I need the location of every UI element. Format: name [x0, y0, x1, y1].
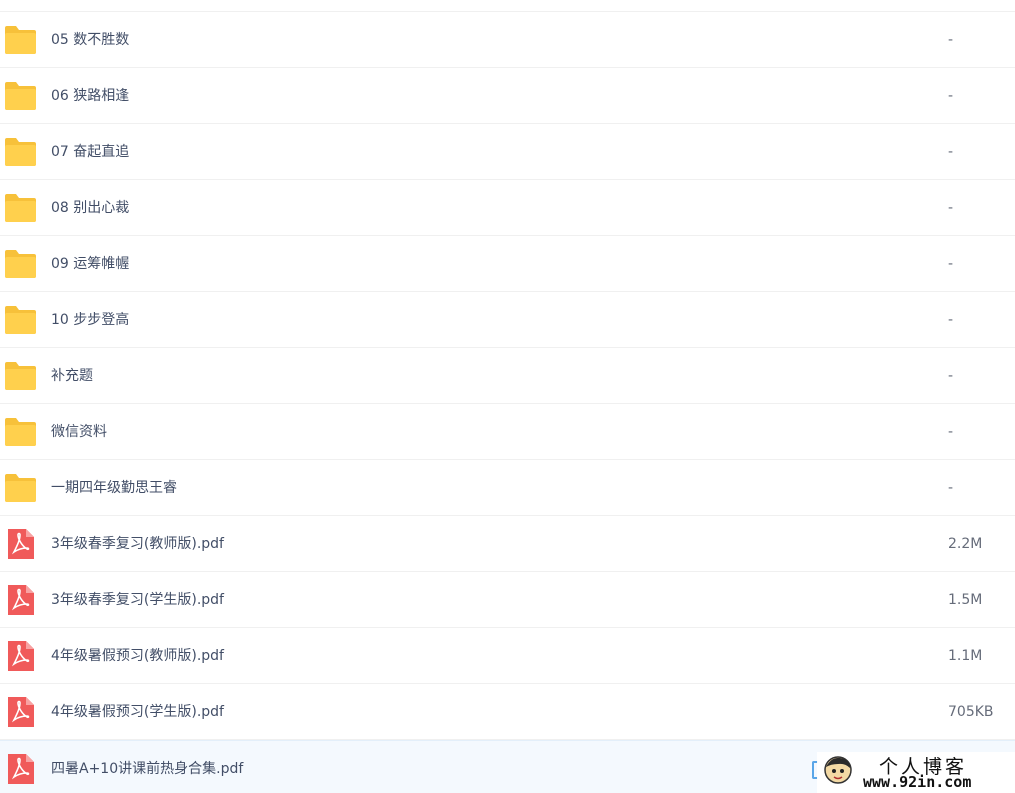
file-name[interactable]: 微信资料	[51, 404, 107, 460]
file-row[interactable]: 4年级暑假预习(教师版).pdf 1.1M	[0, 628, 1015, 684]
file-row[interactable]: 10 步步登高 -	[0, 292, 1015, 348]
pdf-icon	[4, 529, 37, 559]
file-row[interactable]: 一期四年级勤思王睿 -	[0, 460, 1015, 516]
folder-icon	[4, 81, 37, 111]
file-size: -	[948, 256, 954, 272]
folder-icon	[4, 305, 37, 335]
file-name[interactable]: 08 别出心裁	[51, 180, 129, 236]
folder-icon	[4, 193, 37, 223]
file-name[interactable]: 一期四年级勤思王睿	[51, 460, 177, 516]
pdf-icon	[4, 697, 37, 727]
file-size: -	[948, 368, 954, 384]
folder-icon	[4, 249, 37, 279]
file-name[interactable]: 4年级暑假预习(学生版).pdf	[51, 684, 224, 740]
file-row[interactable]: 补充题 -	[0, 348, 1015, 404]
file-name[interactable]: 07 奋起直追	[51, 124, 129, 180]
file-size: -	[948, 144, 954, 160]
file-size: -	[948, 480, 954, 496]
watermark-logo-icon	[823, 755, 853, 785]
file-size: 1.1M	[948, 648, 983, 664]
file-list: 05 数不胜数 - 06 狭路相逢 - 07 奋起直追 - 08 别出心裁 - …	[0, 11, 1015, 793]
file-size: 1.5M	[948, 592, 983, 608]
file-row[interactable]: 06 狭路相逢 -	[0, 68, 1015, 124]
file-size: 2.2M	[948, 536, 983, 552]
file-row[interactable]: 3年级春季复习(教师版).pdf 2.2M	[0, 516, 1015, 572]
file-size: 705KB	[948, 704, 994, 720]
folder-icon	[4, 137, 37, 167]
file-size: -	[948, 312, 954, 328]
pdf-icon	[4, 754, 37, 784]
file-name[interactable]: 补充题	[51, 348, 93, 404]
folder-icon	[4, 417, 37, 447]
file-size: -	[948, 88, 954, 104]
file-row[interactable]: 09 运筹帷幄 -	[0, 236, 1015, 292]
file-size: -	[948, 200, 954, 216]
watermark: 个人博客 www.92in.com	[817, 752, 1015, 793]
file-name[interactable]: 09 运筹帷幄	[51, 236, 129, 292]
file-row[interactable]: 4年级暑假预习(学生版).pdf 705KB	[0, 684, 1015, 740]
folder-icon	[4, 473, 37, 503]
pdf-icon	[4, 641, 37, 671]
file-size: -	[948, 424, 954, 440]
file-name[interactable]: 4年级暑假预习(教师版).pdf	[51, 628, 224, 684]
pdf-icon	[4, 585, 37, 615]
file-row[interactable]: 3年级春季复习(学生版).pdf 1.5M	[0, 572, 1015, 628]
file-name[interactable]: 05 数不胜数	[51, 12, 129, 68]
file-size: -	[948, 32, 954, 48]
file-row[interactable]: 05 数不胜数 -	[0, 12, 1015, 68]
file-row[interactable]: 08 别出心裁 -	[0, 180, 1015, 236]
file-name[interactable]: 10 步步登高	[51, 292, 129, 348]
watermark-url: www.92in.com	[863, 773, 972, 791]
file-row[interactable]: 微信资料 -	[0, 404, 1015, 460]
file-name[interactable]: 3年级春季复习(学生版).pdf	[51, 572, 224, 628]
file-row[interactable]: 07 奋起直追 -	[0, 124, 1015, 180]
folder-icon	[4, 25, 37, 55]
file-name[interactable]: 四暑A+10讲课前热身合集.pdf	[51, 741, 243, 793]
file-name[interactable]: 3年级春季复习(教师版).pdf	[51, 516, 224, 572]
folder-icon	[4, 361, 37, 391]
file-name[interactable]: 06 狭路相逢	[51, 68, 129, 124]
